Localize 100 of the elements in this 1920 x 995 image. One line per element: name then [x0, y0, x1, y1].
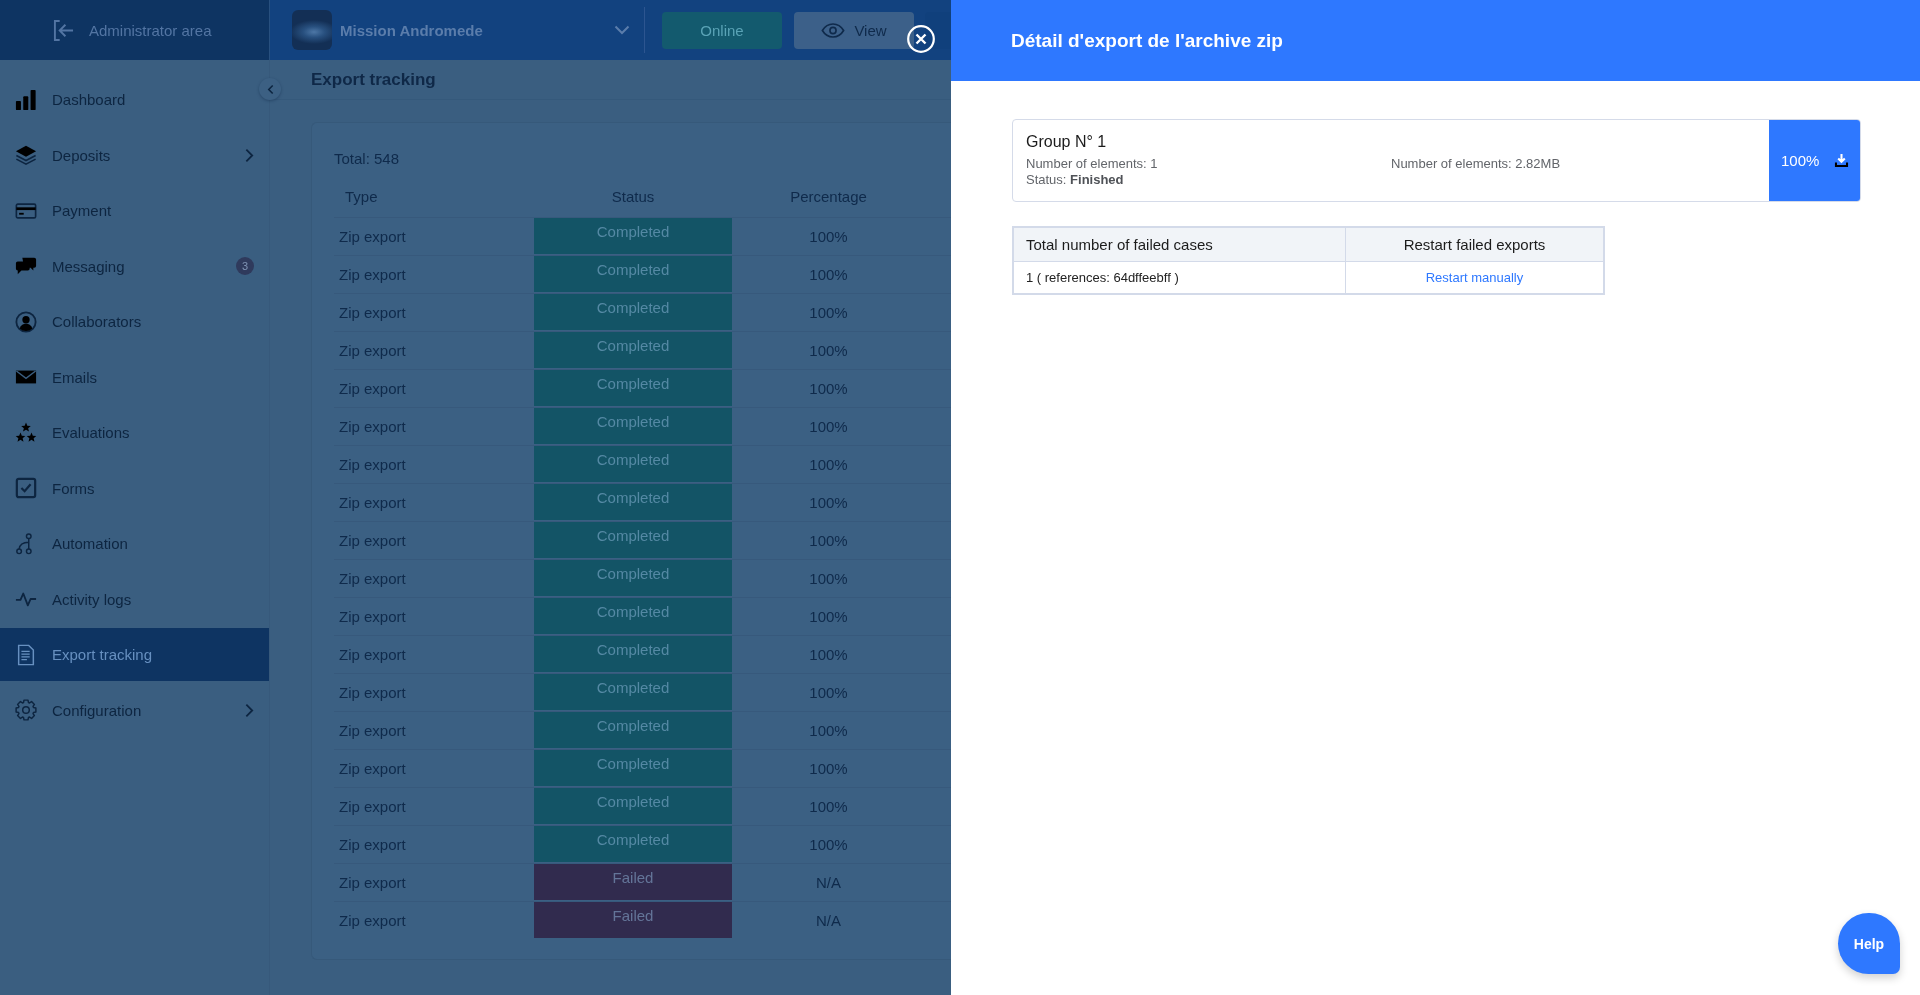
checked-box-icon — [15, 477, 37, 499]
table-cell-text: 100% — [808, 302, 849, 323]
status-cell: Completed — [534, 636, 732, 672]
photo-placeholder — [292, 10, 332, 50]
sidebar-item[interactable]: Collaborators — [0, 295, 269, 348]
sidebar-item[interactable]: Emails — [0, 350, 269, 404]
close-icon[interactable] — [907, 25, 935, 53]
download-icon — [1834, 153, 1850, 168]
status-cell: Completed — [534, 370, 732, 406]
total-count: Total: 548 — [334, 150, 400, 168]
table-cell-text: 100% — [808, 530, 849, 551]
layers-icon — [15, 144, 37, 166]
status-cell: Completed — [534, 826, 732, 862]
eye-icon — [821, 22, 846, 38]
sidebar-item[interactable]: Configuration — [0, 683, 269, 737]
group-status: Status: Finished — [1026, 172, 1125, 188]
table-cell-text: Zip export — [338, 340, 407, 361]
status-cell: Failed — [534, 902, 732, 938]
table-cell-text: 100% — [808, 454, 849, 475]
bar-chart-icon — [15, 88, 37, 111]
status-cell: Failed — [534, 864, 732, 900]
status-cell: Completed — [534, 788, 732, 824]
element-count: Number of elements: 1 — [1026, 156, 1159, 172]
status-cell: Completed — [534, 484, 732, 520]
table-cell-text: Zip export — [338, 606, 407, 627]
status-cell: Completed — [534, 750, 732, 786]
unread-count-badge: 3 — [236, 257, 254, 275]
table-cell-text: 100% — [808, 796, 849, 817]
table-cell-text: 100% — [808, 758, 849, 779]
status-cell: Completed — [534, 218, 732, 254]
status-cell: Completed — [534, 408, 732, 444]
status-cell: Completed — [534, 446, 732, 482]
user-circle-icon — [15, 310, 37, 333]
status-cell: Completed — [534, 522, 732, 558]
table-cell-text: Zip export — [338, 644, 407, 665]
table-cell-text: 100% — [808, 682, 849, 703]
sidebar-item[interactable]: Forms — [0, 461, 269, 515]
table-cell-text: Zip export — [338, 492, 407, 513]
document-icon — [15, 643, 37, 666]
drawer-title: Détail d'export de l'archive zip — [1011, 29, 1283, 52]
table-cell-text: N/A — [815, 910, 842, 931]
table-cell-text: Zip export — [338, 302, 407, 323]
column-header: Percentage — [789, 186, 868, 207]
exit-arrow-icon — [53, 18, 74, 42]
page-title: Export tracking — [311, 69, 436, 90]
status-cell: Completed — [534, 560, 732, 596]
sidebar-item[interactable]: Messaging 3 — [0, 239, 269, 293]
table-cell-text: Zip export — [338, 226, 407, 247]
settings-icon — [15, 699, 37, 721]
table-cell-text: Zip export — [338, 416, 407, 437]
status-cell: Completed — [534, 332, 732, 368]
status-cell: Completed — [534, 598, 732, 634]
chevron-right-icon — [245, 147, 254, 163]
status-cell: Completed — [534, 712, 732, 748]
table-cell-text: Zip export — [338, 758, 407, 779]
chevron-down-icon — [614, 25, 630, 35]
column-header: Restart failed exports — [1345, 227, 1604, 262]
table-cell-text: 100% — [808, 834, 849, 855]
project-dropdown[interactable]: Mission Andromede — [340, 21, 632, 39]
status-button[interactable]: Online — [662, 11, 782, 49]
table-cell-text: 100% — [808, 226, 849, 247]
sidebar-item[interactable]: Activity logs — [0, 572, 269, 626]
status-cell: Completed — [534, 294, 732, 330]
column-header: Status — [610, 186, 656, 207]
stars-icon — [15, 421, 37, 444]
table-cell-text: Zip export — [338, 872, 407, 893]
status-cell: Completed — [534, 256, 732, 292]
sidebar-item[interactable]: Export tracking — [0, 628, 269, 681]
restart-link[interactable]: Restart manually — [1425, 270, 1524, 285]
table-cell-text: Zip export — [338, 530, 407, 551]
table-cell-text: Zip export — [338, 834, 407, 855]
sidebar-item[interactable]: Deposits — [0, 128, 269, 182]
column-header: Type — [344, 186, 379, 207]
group-title: Group N° 1 — [1026, 132, 1108, 152]
table-cell-text: Zip export — [338, 720, 407, 741]
sidebar-item[interactable]: Evaluations — [0, 406, 269, 459]
table-cell-text: Zip export — [338, 264, 407, 285]
column-header: Total number of failed cases — [1013, 227, 1346, 262]
download-button[interactable]: 100% — [1769, 120, 1860, 201]
table-cell-text: 100% — [808, 644, 849, 665]
chevron-left-icon — [266, 83, 274, 95]
sidebar-item[interactable]: Dashboard — [0, 73, 269, 126]
table-cell-text: 100% — [808, 492, 849, 513]
table-cell-text: 100% — [808, 340, 849, 361]
sidebar-item[interactable]: Payment — [0, 184, 269, 237]
table-cell-text: Zip export — [338, 454, 407, 475]
preview-button[interactable]: View — [794, 11, 914, 49]
file-size: Number of elements: 2.82MB — [1391, 156, 1562, 172]
table-cell-text: Zip export — [338, 910, 407, 931]
sidebar-item[interactable]: Automation — [0, 517, 269, 570]
table-cell-text: Zip export — [338, 796, 407, 817]
table-cell-text: 100% — [808, 568, 849, 589]
table-cell-text: 100% — [808, 378, 849, 399]
table-cell-text: Zip export — [338, 378, 407, 399]
table-cell-text: Zip export — [338, 568, 407, 589]
chevron-right-icon — [245, 702, 254, 718]
status-cell: Completed — [534, 674, 732, 710]
table-cell-text: Zip export — [338, 682, 407, 703]
table-cell-text: N/A — [815, 872, 842, 893]
table-cell-text: 100% — [808, 720, 849, 741]
